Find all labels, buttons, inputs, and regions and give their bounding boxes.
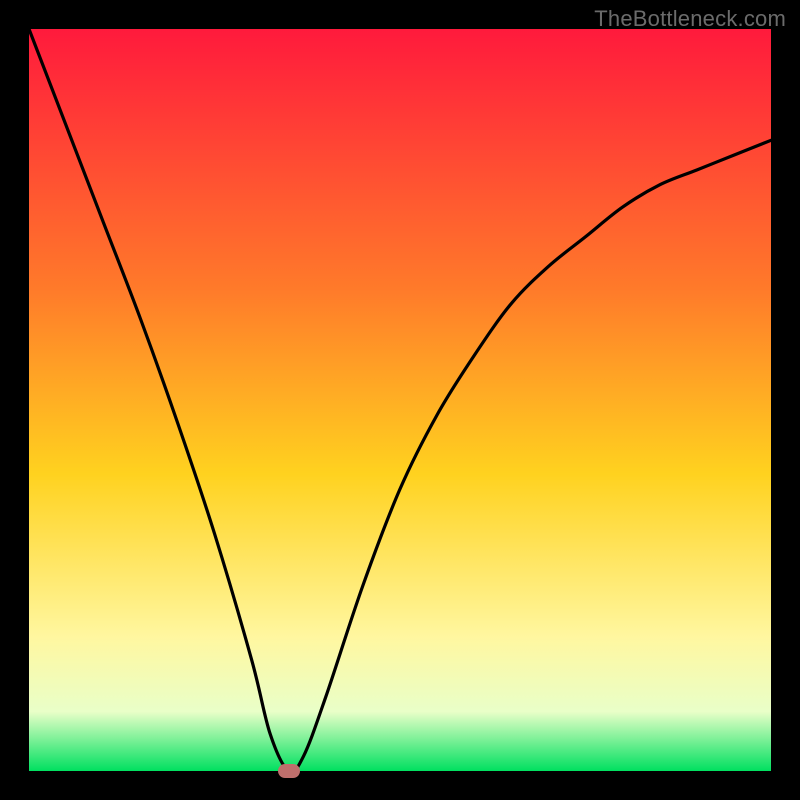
optimum-marker <box>278 764 300 778</box>
plot-area <box>29 29 771 771</box>
watermark-text: TheBottleneck.com <box>594 6 786 32</box>
gradient-background <box>29 29 771 771</box>
chart-svg <box>29 29 771 771</box>
